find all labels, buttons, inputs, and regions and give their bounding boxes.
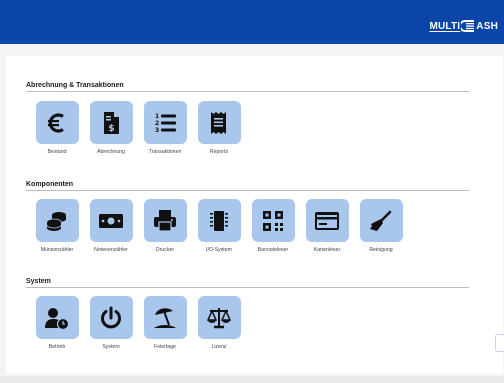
drucker-button[interactable] bbox=[143, 199, 187, 242]
tile-lizenz[interactable]: Lizenz bbox=[194, 296, 244, 350]
section-title-system: System bbox=[26, 278, 51, 285]
tile-bestand[interactable]: Bestand bbox=[32, 101, 82, 155]
tile-abrechnung[interactable]: $ Abrechnung bbox=[86, 101, 136, 155]
tile-label: Lizenz bbox=[211, 344, 227, 350]
app-header: MULTI ASH bbox=[0, 0, 504, 44]
tile-label: System bbox=[102, 344, 120, 350]
section-divider bbox=[26, 91, 469, 92]
tile-reports[interactable]: Reports bbox=[194, 101, 244, 155]
feiertage-button[interactable] bbox=[143, 296, 187, 339]
system-button[interactable] bbox=[89, 296, 133, 339]
tile-muenzenzaehler[interactable]: Münzenzähler bbox=[32, 199, 82, 253]
umbrella-beach-icon bbox=[154, 307, 176, 328]
tile-label: Drucker bbox=[155, 247, 175, 253]
svg-text:2: 2 bbox=[155, 120, 159, 127]
tile-label: Barcodeleser bbox=[257, 247, 289, 253]
barcodeleser-button[interactable] bbox=[251, 199, 295, 242]
transaktionen-button[interactable]: 1 2 3 bbox=[143, 101, 187, 144]
tile-label: Betrieb bbox=[48, 344, 66, 350]
reports-button[interactable] bbox=[197, 101, 241, 144]
notenenzaehler-button[interactable] bbox=[89, 199, 133, 242]
printer-icon bbox=[154, 209, 176, 232]
receipt-icon bbox=[211, 111, 226, 134]
coins-icon bbox=[46, 211, 66, 231]
tile-system[interactable]: System bbox=[86, 296, 136, 350]
section-divider bbox=[26, 287, 469, 288]
tile-label: Reports bbox=[209, 149, 229, 155]
invoice-icon: $ bbox=[104, 111, 119, 134]
tile-kartenleser[interactable]: Kartenleser bbox=[302, 199, 352, 253]
numbered-list-icon: 1 2 3 bbox=[155, 113, 176, 134]
power-icon bbox=[101, 306, 121, 328]
tile-label: I/O-System bbox=[206, 247, 232, 253]
tile-label: Bestand bbox=[47, 149, 67, 155]
user-clock-icon bbox=[45, 307, 70, 330]
tile-io-system[interactable]: I/O-System bbox=[194, 199, 244, 253]
section-divider bbox=[26, 190, 469, 191]
credit-card-icon bbox=[315, 211, 339, 230]
side-tab-icon[interactable] bbox=[495, 334, 504, 352]
section-title-abrechnung: Abrechnung & Transaktionen bbox=[26, 82, 124, 89]
banknote-icon bbox=[99, 213, 123, 228]
tile-betrieb[interactable]: Betrieb bbox=[32, 296, 82, 350]
logo-mark-icon bbox=[461, 20, 475, 32]
tile-label: Transaktionen bbox=[148, 149, 182, 155]
tile-barcodeleser[interactable]: Barcodeleser bbox=[248, 199, 298, 253]
muenzenzaehler-button[interactable] bbox=[35, 199, 79, 242]
broom-icon bbox=[370, 210, 392, 231]
tile-feiertage[interactable]: Feiertage bbox=[140, 296, 190, 350]
tile-label: Abrechnung bbox=[97, 149, 125, 155]
abrechnung-button[interactable]: $ bbox=[89, 101, 133, 144]
lizenz-button[interactable] bbox=[197, 296, 241, 339]
scales-icon bbox=[206, 307, 232, 328]
multicash-logo: MULTI ASH bbox=[429, 20, 498, 32]
svg-text:3: 3 bbox=[155, 127, 159, 134]
tile-transaktionen[interactable]: 1 2 3 Transaktionen bbox=[140, 101, 190, 155]
tile-reinigung[interactable]: Reinigung bbox=[356, 199, 406, 253]
bestand-button[interactable] bbox=[35, 101, 79, 144]
tile-label: Feiertage bbox=[154, 344, 176, 350]
svg-text:1: 1 bbox=[155, 113, 159, 120]
section-title-komponenten: Komponenten bbox=[26, 181, 74, 188]
tile-drucker[interactable]: Drucker bbox=[140, 199, 190, 253]
tile-notenenzaehler[interactable]: Notenenzähler bbox=[86, 199, 136, 253]
chip-icon bbox=[210, 210, 228, 231]
tile-label: Reinigung bbox=[369, 247, 393, 253]
euro-icon bbox=[48, 112, 64, 133]
qr-code-icon bbox=[263, 210, 283, 231]
reinigung-button[interactable] bbox=[359, 199, 403, 242]
betrieb-button[interactable] bbox=[35, 296, 79, 339]
bottom-bar bbox=[0, 376, 504, 383]
tile-label: Notenenzähler bbox=[94, 247, 128, 253]
tile-label: Münzenzähler bbox=[40, 247, 74, 253]
kartenleser-button[interactable] bbox=[305, 199, 349, 242]
svg-text:$: $ bbox=[108, 124, 114, 134]
io-system-button[interactable] bbox=[197, 199, 241, 242]
tile-label: Kartenleser bbox=[313, 247, 341, 253]
